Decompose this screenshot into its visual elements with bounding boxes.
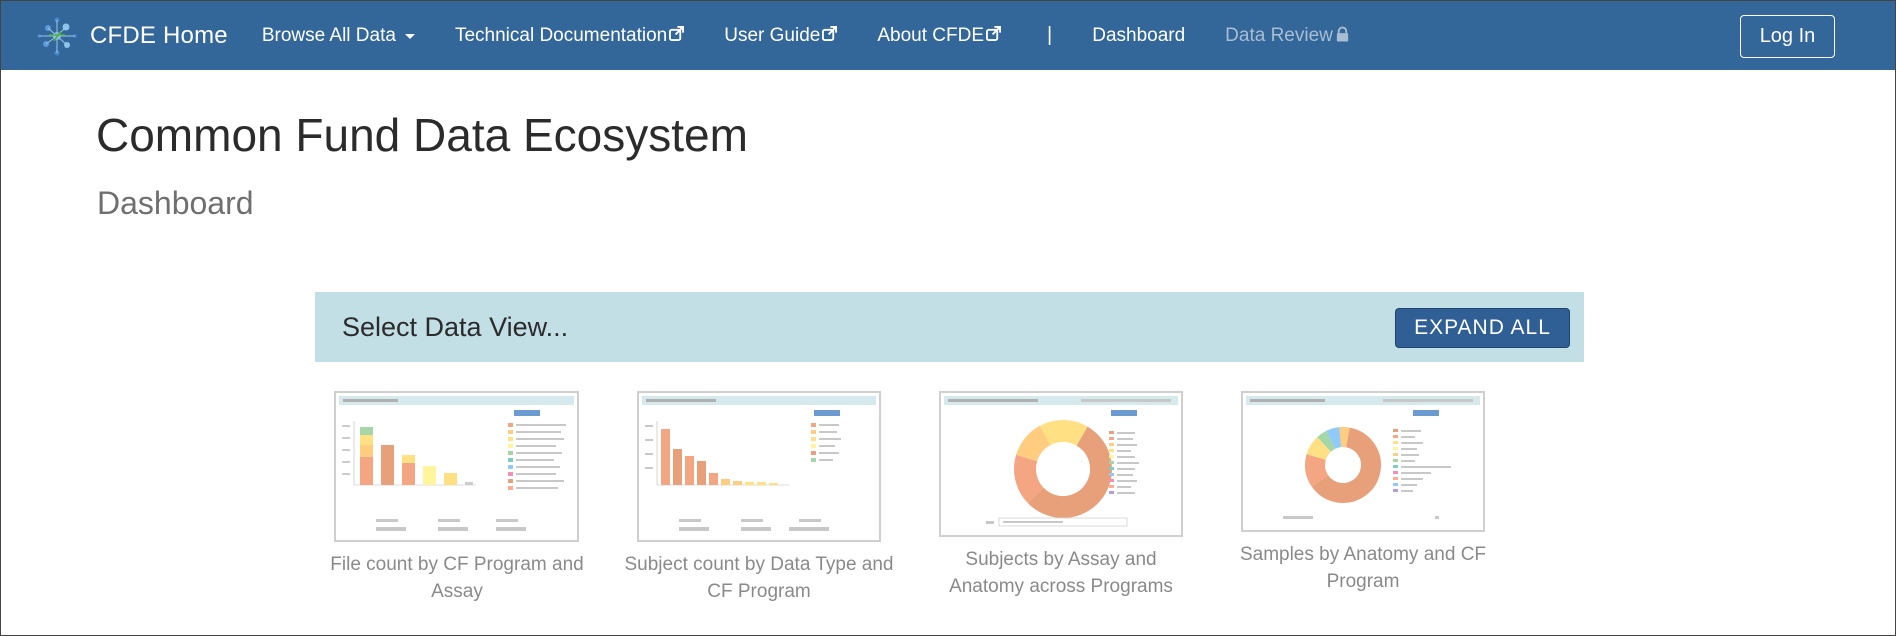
nav-user-guide[interactable]: User Guide [724, 24, 838, 47]
card-caption-samples-anatomy[interactable]: Samples by Anatomy and CF Program [1228, 541, 1498, 595]
bar-chart-thumbnail-image [642, 396, 876, 531]
nav-technical-documentation[interactable]: Technical Documentation [454, 24, 685, 47]
chart-thumbnail-subjects-assay-anatomy[interactable] [939, 391, 1183, 537]
nav-data-review: Data Review [1225, 25, 1350, 47]
cfde-logo-icon [37, 17, 77, 55]
nav-userguide-label: User Guide [724, 24, 821, 46]
top-navbar: CFDE Home Browse All Data Technical Docu… [1, 1, 1895, 70]
brand-title: CFDE Home [90, 21, 228, 49]
card-caption-file-count[interactable]: File count by CF Program and Assay [322, 551, 592, 605]
chart-thumbnail-subject-count[interactable] [637, 391, 881, 542]
nav-browse-all-data[interactable]: Browse All Data [262, 25, 415, 47]
nav-techdoc-label: Technical Documentation [454, 24, 668, 46]
nav-about-cfde[interactable]: About CFDE [877, 24, 1002, 47]
chart-thumbnail-samples-anatomy[interactable] [1241, 391, 1485, 532]
nav-dashboard[interactable]: Dashboard [1092, 25, 1185, 47]
nav-dashboard-label: Dashboard [1092, 24, 1186, 46]
login-button[interactable]: Log In [1740, 15, 1835, 58]
nav-menu: Browse All Data Technical Documentation … [262, 1, 1390, 70]
caret-down-icon [404, 34, 415, 39]
donut-chart-thumbnail-image [944, 396, 1178, 527]
nav-browse-label: Browse All Data [261, 24, 396, 46]
page-subtitle: Dashboard [97, 185, 254, 221]
lock-icon [1336, 26, 1349, 41]
card-caption-subject-count[interactable]: Subject count by Data Type and CF Progra… [624, 551, 894, 605]
data-view-bar: Select Data View... EXPAND ALL [315, 292, 1584, 362]
external-link-icon [986, 26, 1002, 41]
brand-link[interactable]: CFDE Home [35, 1, 228, 70]
nav-datareview-label: Data Review [1225, 24, 1333, 46]
nav-about-label: About CFDE [877, 24, 985, 46]
bar-chart-thumbnail-image [339, 396, 574, 531]
external-link-icon [669, 26, 685, 41]
card-caption-subjects-assay-anatomy[interactable]: Subjects by Assay and Anatomy across Pro… [926, 546, 1196, 600]
page-title: Common Fund Data Ecosystem [96, 109, 748, 161]
nav-separator: | [1047, 24, 1053, 46]
data-view-label: Select Data View... [342, 312, 569, 342]
donut-chart-thumbnail-image [1246, 396, 1480, 519]
external-link-icon [822, 26, 838, 41]
expand-all-button[interactable]: EXPAND ALL [1395, 308, 1570, 348]
chart-thumbnail-file-count[interactable] [334, 391, 579, 542]
